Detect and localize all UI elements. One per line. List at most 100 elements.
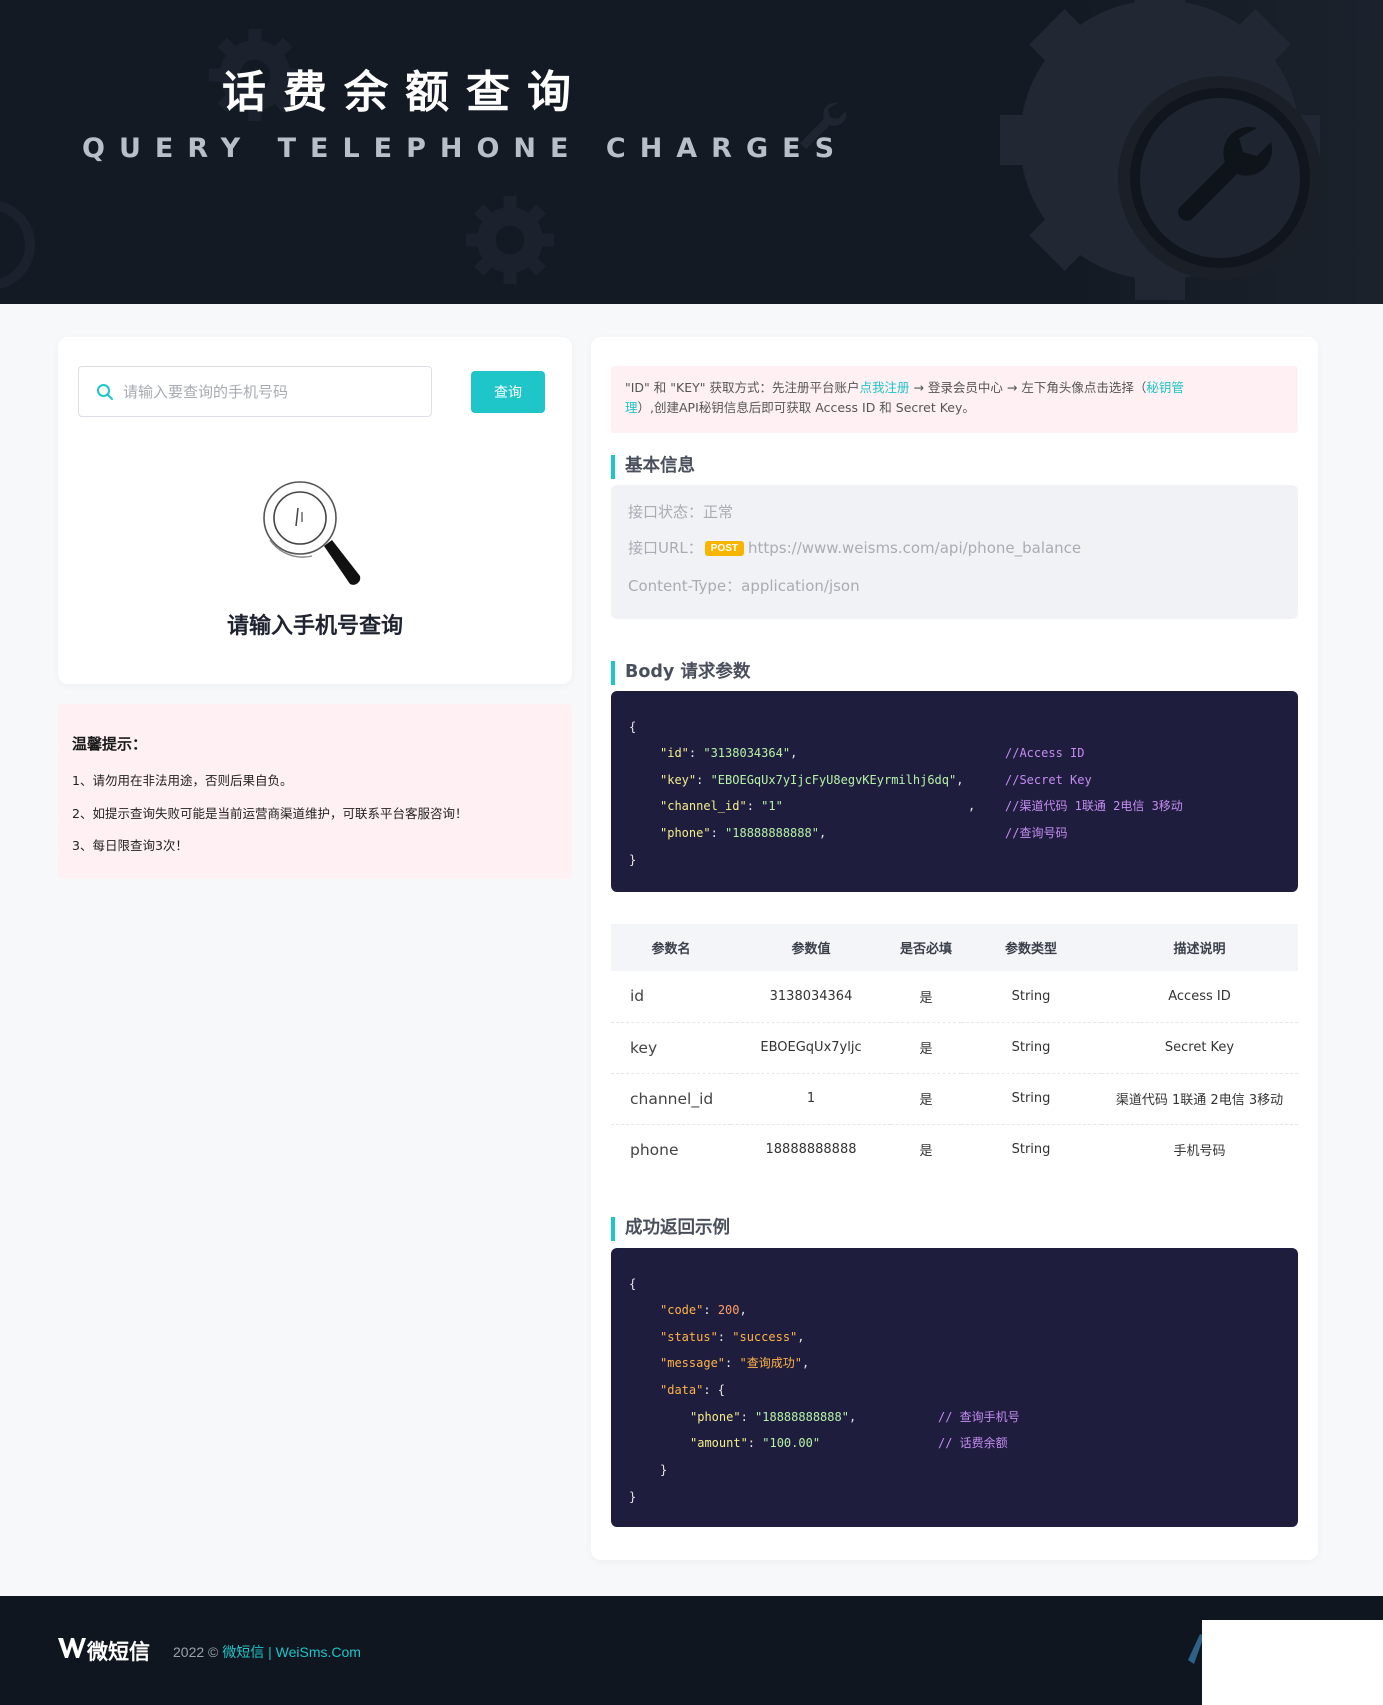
table-header: 参数值	[731, 924, 891, 971]
table-row: phone 18888888888 是 String 手机号码	[611, 1124, 1298, 1175]
content-type-row: Content-Type：application/json	[628, 575, 860, 596]
section-title-basic-info: 基本信息	[611, 455, 695, 479]
page-subtitle: QUERY TELEPHONE CHARGES	[82, 133, 849, 164]
code-brace: {	[629, 1277, 637, 1291]
tips-title: 温馨提示：	[72, 735, 148, 753]
method-badge: POST	[704, 541, 744, 556]
code-value: "success"	[732, 1330, 798, 1344]
register-link[interactable]: 点我注册	[859, 380, 909, 395]
code-key: "message"	[660, 1356, 726, 1370]
code-line: "phone": "18888888888",	[690, 1410, 857, 1424]
param-value: 3138034364	[731, 971, 891, 1023]
code-line: "status": "success",	[660, 1330, 805, 1344]
code-key: "status"	[660, 1330, 718, 1344]
code-comma: ,	[968, 799, 976, 813]
code-line: "message": "查询成功",	[660, 1356, 810, 1370]
empty-state-text: 请输入手机号查询	[226, 614, 403, 639]
code-line: "phone": "18888888888",	[660, 826, 827, 840]
code-brace: }	[660, 1463, 668, 1477]
table-row: key EBOEGqUx7yljc 是 String Secret Key	[611, 1022, 1298, 1074]
phone-input[interactable]	[123, 367, 423, 416]
request-body-code: { "id": "3138034364", //Access ID "key":…	[611, 691, 1298, 892]
key-notice: "ID" 和 "KEY" 获取方式：先注册平台账户点我注册 → 登录会员中心 →…	[611, 366, 1298, 433]
code-comment: //Secret Key	[1005, 773, 1092, 787]
code-brace: }	[629, 853, 637, 867]
code-line: "id": "3138034364",	[660, 746, 798, 760]
param-name: phone	[630, 1140, 679, 1159]
gear-icon	[1355, 0, 1383, 40]
code-value: "EBOEGqUx7yIjcFyU8egvKEyrmilhj6dq"	[710, 773, 957, 787]
code-value: "1"	[761, 799, 783, 813]
code-value: "100.00"	[762, 1436, 821, 1450]
copyright-text: 2022 ©	[173, 1644, 223, 1660]
code-key: "phone"	[690, 1410, 741, 1424]
code-value: 200	[717, 1303, 740, 1317]
gear-icon	[466, 196, 554, 284]
param-desc: Access ID	[1101, 971, 1298, 1023]
corner-widget	[1202, 1620, 1383, 1705]
status-value: 正常	[703, 503, 734, 521]
search-icon	[97, 384, 113, 400]
code-value: "18888888888"	[725, 826, 819, 840]
gear-icon	[1000, 0, 1322, 300]
code-comment: //渠道代码 1联通 2电信 3移动	[1005, 799, 1183, 813]
query-button[interactable]: 查询	[471, 371, 545, 413]
code-line: "code": 200,	[660, 1303, 747, 1317]
param-desc: Secret Key	[1101, 1022, 1298, 1074]
status-row: 接口状态：正常	[628, 501, 733, 522]
param-type: String	[961, 971, 1101, 1023]
key-manage-link[interactable]: 理	[625, 400, 638, 415]
api-doc-card: "ID" 和 "KEY" 获取方式：先注册平台账户点我注册 → 登录会员中心 →…	[591, 337, 1318, 1560]
code-key: "id"	[660, 746, 689, 760]
tips-card: 温馨提示： 1、请勿用在非法用途，否则后果自负。 2、如提示查询失败可能是当前运…	[58, 704, 572, 879]
code-brace: {	[629, 720, 637, 734]
footer: 微短信 2022 © 微短信 | WeiSms.Com	[0, 1596, 1383, 1705]
param-value: EBOEGqUx7yljc	[731, 1022, 891, 1074]
param-required: 是	[919, 1144, 933, 1160]
param-desc: 渠道代码 1联通 2电信 3移动	[1101, 1073, 1298, 1125]
magnifier-icon	[263, 481, 361, 585]
content-type-value: application/json	[741, 577, 860, 595]
code-comment: //Access ID	[1005, 746, 1085, 760]
param-type: String	[961, 1022, 1101, 1074]
table-row: channel_id 1 是 String 渠道代码 1联通 2电信 3移动	[611, 1073, 1298, 1125]
code-comment: // 话费余额	[938, 1436, 1008, 1450]
code-key: "code"	[660, 1303, 704, 1317]
code-brace: }	[629, 1490, 637, 1504]
param-value: 18888888888	[765, 1142, 857, 1158]
param-name: key	[611, 1022, 731, 1074]
url-row: 接口URL： POST https://www.weisms.com/api/pho…	[628, 537, 1081, 558]
code-value: "18888888888"	[755, 1410, 849, 1424]
param-type: String	[961, 1073, 1101, 1125]
gear-icon	[0, 201, 35, 289]
table-header: 参数类型	[961, 924, 1101, 971]
notice-text: ）,创建API秘钥信息后即可获取 Access ID 和 Secret Key。	[637, 400, 975, 415]
hero-banner: 话费余额查询 QUERY TELEPHONE CHARGES	[0, 0, 1383, 304]
wrench-icon	[1178, 126, 1273, 221]
table-header: 参数名	[611, 924, 731, 971]
page-title: 话费余额查询	[222, 67, 588, 118]
success-response-code: { "code": 200, "status": "success", "mes…	[611, 1248, 1298, 1527]
footer-brand: 微短信	[87, 1640, 150, 1664]
table-header: 描述说明	[1101, 924, 1298, 971]
code-value: "查询成功"	[739, 1356, 802, 1370]
search-field[interactable]	[78, 366, 432, 417]
code-line: "key": "EBOEGqUx7yIjcFyU8egvKEyrmilhj6dq…	[660, 773, 964, 787]
code-key: "amount"	[690, 1436, 748, 1450]
section-title-body-params: Body 请求参数	[611, 661, 750, 685]
param-desc: 手机号码	[1173, 1144, 1226, 1160]
code-value: "3138034364"	[703, 746, 791, 760]
table-header-row: 参数名 参数值 是否必填 参数类型 描述说明	[611, 924, 1298, 971]
notice-text: "ID" 和 "KEY" 获取方式：先注册平台账户	[625, 380, 860, 395]
code-line: "channel_id": "1"	[660, 799, 783, 813]
code-key: "data"	[660, 1383, 704, 1397]
api-url: https://www.weisms.com/api/phone_balance	[748, 539, 1082, 557]
key-manage-link[interactable]: 秘钥管	[1146, 380, 1184, 395]
tip-item: 3、每日限查询3次！	[72, 838, 188, 853]
params-table: 参数名 参数值 是否必填 参数类型 描述说明 id 3138034364 是 S…	[611, 924, 1298, 1175]
code-key: "channel_id"	[660, 799, 747, 813]
search-card: 查询 请输入手机号查询	[58, 337, 572, 684]
code-comment: // 查询手机号	[938, 1410, 1020, 1424]
w-logo-icon	[58, 1638, 86, 1658]
site-link[interactable]: 微短信 | WeiSms.Com	[222, 1644, 361, 1660]
